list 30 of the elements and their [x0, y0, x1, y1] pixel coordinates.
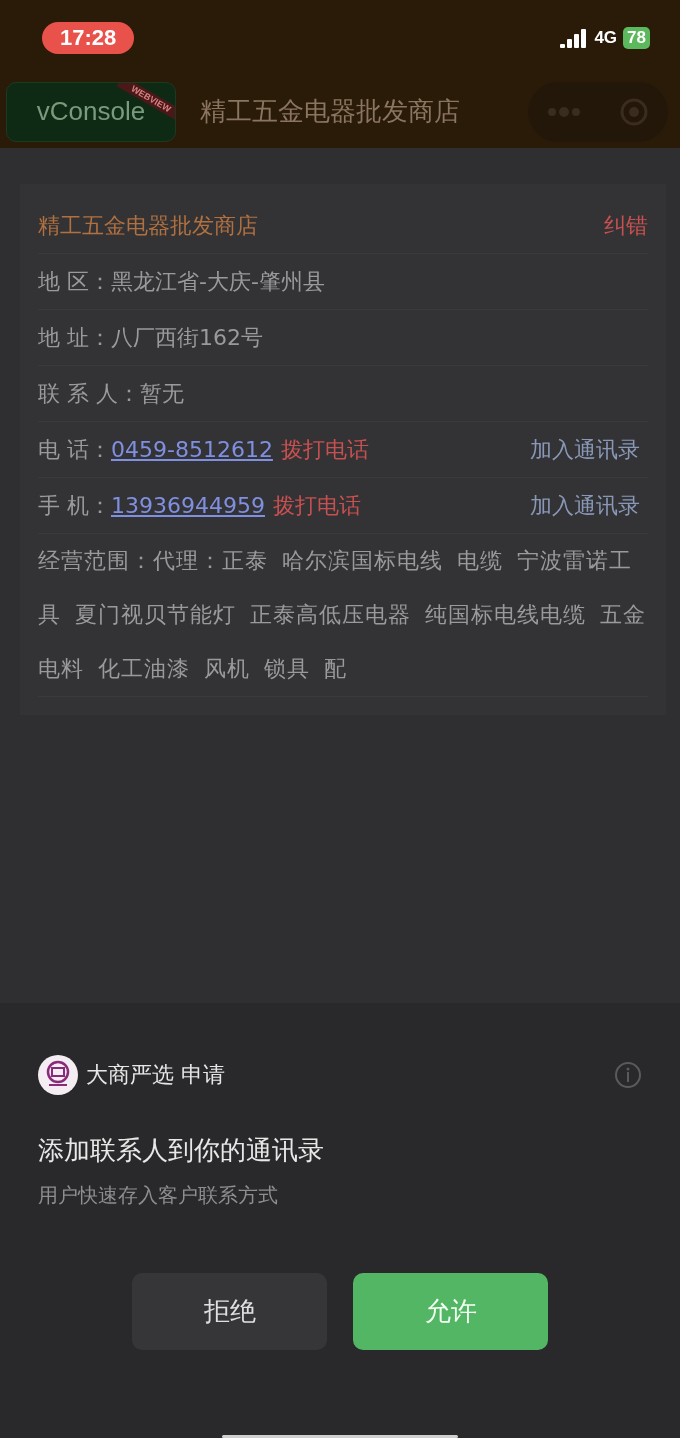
app-logo-icon [38, 1055, 78, 1095]
field-label: 地 址： [38, 323, 111, 352]
shop-name: 精工五金电器批发商店 [38, 211, 259, 240]
page-title: 精工五金电器批发商店 [200, 95, 461, 128]
more-icon[interactable] [547, 106, 581, 117]
field-value: 黑龙江省-大庆-肇州县 [111, 267, 325, 296]
deny-button[interactable]: 拒绝 [132, 1273, 327, 1350]
field-value: 暂无 [140, 379, 184, 408]
clock-time: 17:28 [42, 21, 135, 54]
app-request-label: 大商严选 申请 [86, 1061, 226, 1089]
sheet-title: 添加联系人到你的通讯录 [38, 1134, 325, 1167]
call-link[interactable]: 拨打电话 [272, 490, 530, 521]
network-label: 4G [594, 27, 618, 48]
field-label: 电 话： [38, 435, 111, 464]
add-contact-link[interactable]: 加入通讯录 [530, 434, 640, 465]
call-link[interactable]: 拨打电话 [280, 434, 530, 465]
phone-number-link[interactable]: 13936944959 [111, 493, 265, 518]
allow-button[interactable]: 允许 [353, 1273, 548, 1350]
add-contact-link[interactable]: 加入通讯录 [530, 490, 640, 521]
sheet-description: 用户快速存入客户联系方式 [38, 1182, 279, 1209]
business-scope-text: 经营范围：代理：正泰 哈尔滨国标电线 电缆 宁波雷诺工具 夏门视贝节能灯 正泰高低压电器 纯国标电线电缆 五金电料 化工油漆 风机 锁具 配 [38, 534, 648, 697]
info-icon[interactable] [614, 1061, 642, 1089]
field-value: 八厂西街162号 [111, 323, 263, 352]
signal-icon [560, 27, 589, 48]
field-label: 联 系 人： [38, 379, 140, 408]
battery-level: 78 [623, 26, 650, 49]
phone-number-link[interactable]: 0459-8512612 [111, 437, 273, 462]
field-label: 地 区： [38, 267, 111, 296]
field-label: 手 机： [38, 491, 111, 520]
report-error-link[interactable]: 纠错 [604, 210, 648, 241]
